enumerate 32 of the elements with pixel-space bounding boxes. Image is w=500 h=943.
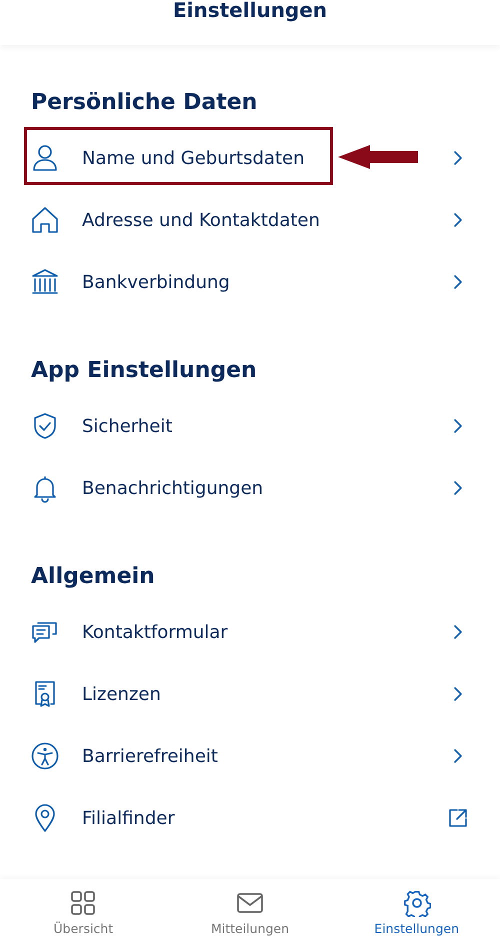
settings-item[interactable]: Name und Geburtsdaten <box>0 127 500 189</box>
house-icon <box>30 205 60 235</box>
section-heading: Allgemein <box>31 563 156 591</box>
bank-icon <box>30 267 60 297</box>
item-label: Adresse und Kontaktdaten <box>82 208 320 232</box>
settings-item[interactable]: Barrierefreiheit <box>0 725 500 787</box>
external-link-icon <box>447 807 469 829</box>
accessibility-icon <box>30 741 60 771</box>
item-label: Barrierefreiheit <box>82 744 218 768</box>
section-heading: Persönliche Daten <box>31 89 258 117</box>
settings-item[interactable]: Lizenzen <box>0 663 500 725</box>
settings-item[interactable]: Adresse und Kontaktdaten <box>0 189 500 251</box>
settings-item[interactable]: Bankverbindung <box>0 251 500 313</box>
settings-item[interactable]: Benachrichtigungen <box>0 457 500 519</box>
item-label: Benachrichtigungen <box>82 476 264 500</box>
settings-item[interactable]: Kontaktformular <box>0 601 500 663</box>
section-heading: App Einstellungen <box>31 357 258 385</box>
grid-icon <box>69 889 98 917</box>
page-title: Einstellungen <box>172 0 328 20</box>
nav-tab[interactable]: Einstellungen <box>333 879 500 943</box>
item-label: Lizenzen <box>82 682 161 706</box>
item-label: Kontaktformular <box>82 620 228 644</box>
item-label: Sicherheit <box>82 414 172 438</box>
item-label: Filialfinder <box>82 806 175 830</box>
item-label: Bankverbindung <box>82 270 230 294</box>
settings-item[interactable]: Sicherheit <box>0 395 500 457</box>
settings-item[interactable]: Filialfinder <box>0 787 500 849</box>
settings-icon <box>402 889 431 917</box>
item-label: Name und Geburtsdaten <box>82 146 304 170</box>
nav-tab[interactable]: Mitteilungen <box>166 879 334 943</box>
person-icon <box>30 143 60 173</box>
nav-tab[interactable]: Übersicht <box>0 879 167 943</box>
